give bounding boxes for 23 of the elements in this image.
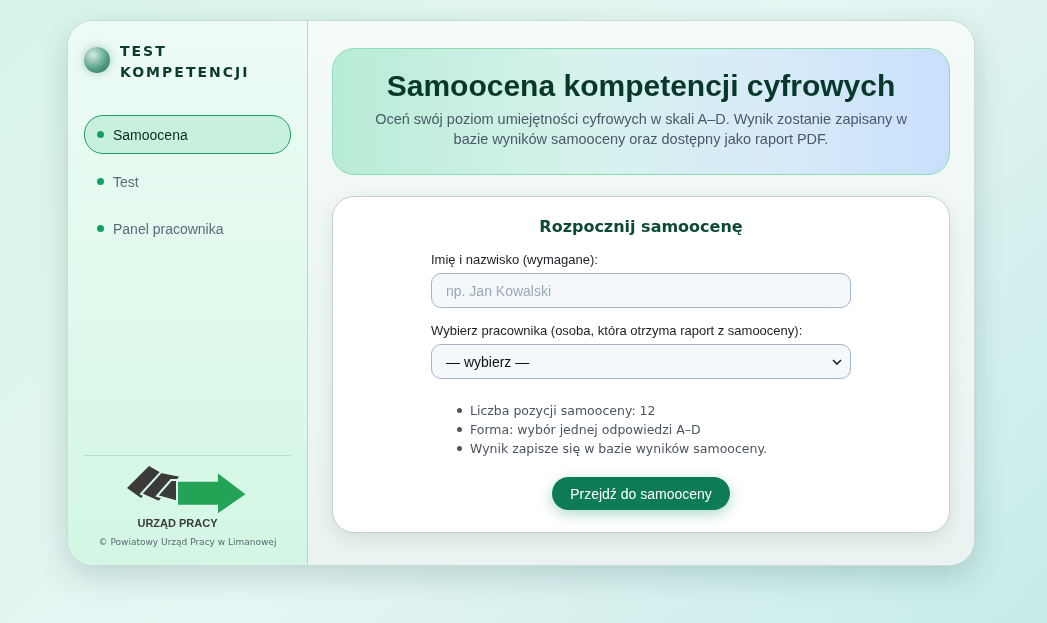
app-title: TEST KOMPETENCJI	[120, 42, 250, 82]
bullet-icon	[457, 446, 462, 451]
form-title: Rozpocznij samoocenę	[538, 217, 744, 236]
chevron-down-icon	[832, 358, 842, 365]
page-title: Samoocena kompetencji cyfrowych	[385, 69, 897, 103]
nav-item[interactable]: Samoocena	[84, 115, 291, 154]
page-subtitle: Oceń swój poziom umiejętności cyfrowych w skali A–D. Wynik zostanie zapisany w bazie wyników samooceny oraz dostępny jako raport PDF.	[374, 110, 908, 149]
bullet-icon	[457, 408, 462, 413]
info-text: Liczba pozycji samooceny: 12	[470, 403, 656, 418]
sphere-icon	[84, 47, 110, 73]
logo-text: URZĄD PRACY	[137, 517, 218, 529]
bullet-icon	[457, 427, 462, 432]
name-input[interactable]: np. Jan Kowalski	[431, 273, 851, 308]
nav-item[interactable]: Test	[84, 162, 291, 201]
employee-select[interactable]: — wybierz —	[431, 344, 851, 379]
field-label: Imię i nazwisko (wymagane):	[431, 252, 599, 267]
copyright: © Powiatowy Urząd Pracy w Limanowej	[98, 537, 277, 547]
info-text: Forma: wybór jednej odpowiedzi A–D	[470, 422, 701, 437]
info-text: Wynik zapisze się w bazie wyników samooceny.	[470, 441, 768, 456]
cards-arrow-icon	[126, 466, 249, 516]
nav-item[interactable]: Panel pracownika	[84, 209, 291, 248]
field-label: Wybierz pracownika (osoba, która otrzyma raport z samooceny):	[431, 323, 804, 338]
start-button[interactable]: Przejdź do samooceny	[552, 477, 730, 510]
